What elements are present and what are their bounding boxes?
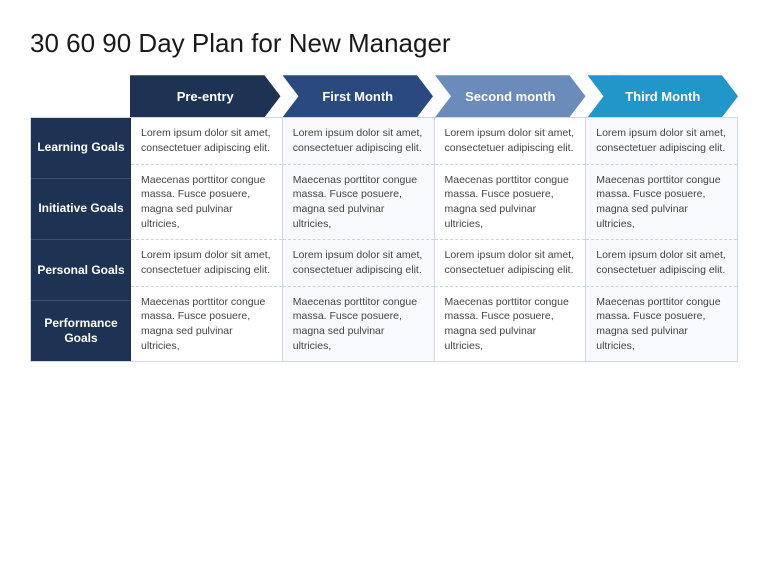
table-wrapper: Pre-entry First Month Second month Third…: [30, 75, 738, 362]
data-col-0: Lorem ipsum dolor sit amet, consectetuer…: [131, 118, 282, 361]
cell-3-1: Maecenas porttitor congue massa. Fusce p…: [283, 287, 434, 362]
cell-3-2: Maecenas porttitor congue massa. Fusce p…: [435, 287, 586, 362]
cell-2-0: Lorem ipsum dolor sit amet, consectetuer…: [131, 240, 282, 286]
cell-1-1: Maecenas porttitor congue massa. Fusce p…: [283, 165, 434, 241]
main-table: Learning Goals Initiative Goals Personal…: [30, 117, 738, 362]
cell-3-3: Maecenas porttitor congue massa. Fusce p…: [586, 287, 737, 362]
row-label-2: Personal Goals: [31, 240, 131, 301]
cell-3-0: Maecenas porttitor congue massa. Fusce p…: [131, 287, 282, 362]
data-col-3: Lorem ipsum dolor sit amet, consectetuer…: [585, 118, 737, 361]
header-col1: First Month: [283, 75, 434, 117]
data-col-2: Lorem ipsum dolor sit amet, consectetuer…: [434, 118, 586, 361]
row-label-1: Initiative Goals: [31, 179, 131, 240]
row-label-0: Learning Goals: [31, 118, 131, 179]
row-label-3: Performance Goals: [31, 301, 131, 361]
cell-2-2: Lorem ipsum dolor sit amet, consectetuer…: [435, 240, 586, 286]
page-title: 30 60 90 Day Plan for New Manager: [30, 28, 738, 59]
cell-1-0: Maecenas porttitor congue massa. Fusce p…: [131, 165, 282, 241]
cell-1-3: Maecenas porttitor congue massa. Fusce p…: [586, 165, 737, 241]
cell-2-1: Lorem ipsum dolor sit amet, consectetuer…: [283, 240, 434, 286]
page-container: 30 60 90 Day Plan for New Manager Pre-en…: [0, 0, 768, 576]
cell-2-3: Lorem ipsum dolor sit amet, consectetuer…: [586, 240, 737, 286]
data-col-1: Lorem ipsum dolor sit amet, consectetuer…: [282, 118, 434, 361]
cell-0-3: Lorem ipsum dolor sit amet, consectetuer…: [586, 118, 737, 164]
header-col2: Second month: [435, 75, 586, 117]
cell-0-0: Lorem ipsum dolor sit amet, consectetuer…: [131, 118, 282, 164]
cell-0-1: Lorem ipsum dolor sit amet, consectetuer…: [283, 118, 434, 164]
header-col3: Third Month: [588, 75, 739, 117]
cell-0-2: Lorem ipsum dolor sit amet, consectetuer…: [435, 118, 586, 164]
header-row: Pre-entry First Month Second month Third…: [130, 75, 738, 117]
data-columns: Lorem ipsum dolor sit amet, consectetuer…: [131, 118, 737, 361]
cell-1-2: Maecenas porttitor congue massa. Fusce p…: [435, 165, 586, 241]
label-column: Learning Goals Initiative Goals Personal…: [31, 118, 131, 361]
header-col0: Pre-entry: [130, 75, 281, 117]
